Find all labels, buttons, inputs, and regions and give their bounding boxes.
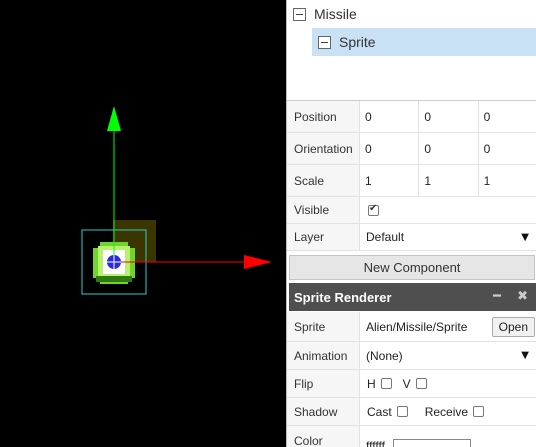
scale-y-input[interactable]: 1 (419, 165, 479, 196)
visible-checkbox[interactable] (368, 203, 379, 216)
shadow-cast-label: Cast (367, 404, 392, 419)
layer-select[interactable]: Default ▼ (360, 224, 536, 250)
visible-row: Visible (287, 197, 536, 224)
scale-z-input[interactable]: 1 (479, 165, 536, 196)
color-label: Color (287, 426, 360, 447)
sprite-renderer-properties: Sprite Alien/Missile/Sprite Open Animati… (287, 312, 536, 447)
transform-properties: Position 0 0 0 Orientation 0 0 0 Scale 1… (287, 100, 536, 251)
scene-canvas[interactable] (0, 0, 286, 447)
layer-label: Layer (287, 224, 360, 250)
shadow-row: Shadow Cast Receive (287, 398, 536, 426)
scale-x-input[interactable]: 1 (360, 165, 420, 196)
tree-item-missile[interactable]: Missile (293, 0, 536, 28)
sprite-path-value: Alien/Missile/Sprite (366, 319, 468, 334)
orientation-row: Orientation 0 0 0 (287, 133, 536, 165)
orientation-x-input[interactable]: 0 (360, 133, 420, 164)
position-z-input[interactable]: 0 (479, 101, 536, 132)
shadow-receive-checkbox[interactable] (473, 406, 485, 417)
sprite-label: Sprite (287, 312, 360, 341)
flip-v-label: V (402, 376, 411, 391)
shadow-receive-label: Receive (424, 404, 469, 419)
dropdown-arrow-icon: ▼ (521, 350, 529, 361)
collapse-icon[interactable] (318, 35, 331, 49)
gizmo-x-arrow-icon[interactable] (244, 255, 272, 269)
animation-value: (None) (366, 348, 403, 363)
flip-row: Flip H V (287, 370, 536, 398)
inspector-panel: Missile Sprite Position 0 0 0 Orientatio… (286, 0, 536, 447)
tree-item-sprite[interactable]: Sprite (312, 28, 536, 56)
hierarchy-tree: Missile Sprite (287, 0, 536, 100)
visible-label: Visible (287, 197, 360, 223)
minus-icon[interactable]: ━ (493, 289, 501, 304)
new-component-button[interactable]: New Component (289, 255, 535, 280)
orientation-y-input[interactable]: 0 (419, 133, 479, 164)
animation-select[interactable]: (None) ▼ (360, 342, 536, 369)
flip-h-label: H (367, 376, 376, 391)
dropdown-arrow-icon: ▼ (521, 231, 529, 243)
animation-label: Animation (287, 342, 360, 369)
position-label: Position (287, 101, 360, 132)
position-x-input[interactable]: 0 (360, 101, 420, 132)
orientation-z-input[interactable]: 0 (479, 133, 536, 164)
close-icon[interactable]: ✖ (517, 289, 528, 304)
position-y-input[interactable]: 0 (419, 101, 479, 132)
tree-item-label: Sprite (339, 34, 376, 50)
sprite-renderer-title: Sprite Renderer (294, 289, 392, 305)
shadow-label: Shadow (287, 398, 360, 425)
color-hex-input[interactable]: ffffff (360, 439, 385, 447)
open-sprite-button[interactable]: Open (491, 316, 535, 337)
sprite-row: Sprite Alien/Missile/Sprite Open (287, 312, 536, 342)
flip-h-checkbox[interactable] (380, 378, 392, 389)
scale-label: Scale (287, 165, 360, 196)
scale-row: Scale 1 1 1 (287, 165, 536, 197)
animation-row: Animation (None) ▼ (287, 342, 536, 370)
shadow-cast-checkbox[interactable] (396, 406, 408, 417)
scene-viewport[interactable] (0, 0, 286, 447)
tree-item-label: Missile (314, 6, 357, 22)
color-row: Color ffffff (287, 426, 536, 447)
layer-value: Default (366, 230, 405, 244)
layer-row: Layer Default ▼ (287, 224, 536, 251)
position-row: Position 0 0 0 (287, 101, 536, 133)
orientation-label: Orientation (287, 133, 360, 164)
sprite-renderer-header: Sprite Renderer ━ ✖ (289, 283, 536, 311)
color-swatch[interactable] (392, 439, 471, 447)
flip-v-checkbox[interactable] (415, 378, 427, 389)
flip-label: Flip (287, 370, 360, 397)
collapse-icon[interactable] (293, 7, 306, 21)
gizmo-y-arrow-icon[interactable] (107, 106, 121, 131)
